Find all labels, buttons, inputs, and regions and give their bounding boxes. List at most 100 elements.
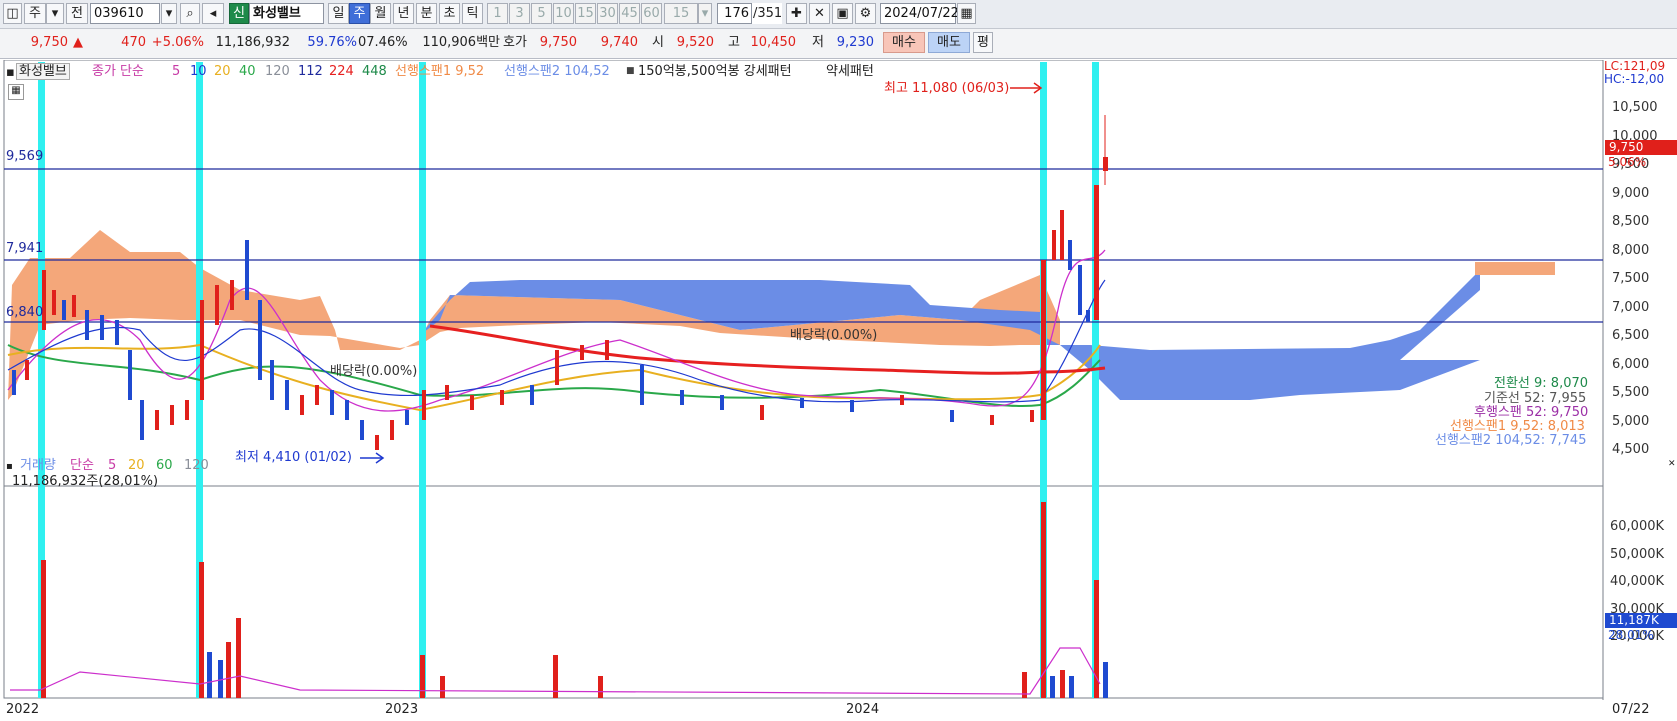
high-label: 고 [728,35,740,50]
legend-ma-20: 20 [214,64,231,79]
price-axis-tick: 4,500 [1612,442,1650,457]
volume-ma-5: 5 [108,458,117,473]
volume-axis-tick: 40,000K [1610,574,1665,589]
save-icon[interactable]: ▣ [832,3,853,24]
price-axis-tick: 6,500 [1612,328,1650,343]
price-axis-tick: 8,500 [1612,214,1650,229]
sell-button[interactable]: 매도 [928,32,970,53]
ratio-2: 07.46% [358,35,408,50]
legend-icon[interactable]: ▪ [6,65,15,80]
chart-canvas[interactable] [0,60,1677,721]
volume-value: 11,186,932 [215,35,290,50]
legend-close-simple[interactable]: 종가 단순 [92,64,144,79]
chart-menu-icon[interactable]: ◫ [3,3,22,24]
price-pane [3,60,1604,487]
signal-marker [419,62,426,698]
level-label: 6,840 [6,305,44,320]
volume-legend-simple: 단순 [70,458,94,473]
legend-weak: 약세패턴 [826,64,874,79]
price-axis-tick: 7,500 [1612,271,1650,286]
period-day[interactable]: 일 [328,3,349,24]
legend-dot-icon: ■ [626,66,635,76]
grid-toggle-icon[interactable]: ▦ [8,84,24,100]
minute-dropdown-icon[interactable]: ▾ [698,3,712,24]
price-change: 470 [121,35,146,50]
search-icon[interactable]: ⌕ [180,3,200,24]
low-annotation: 최저 4,410 (01/02) [235,450,353,465]
chart-area[interactable]: ▪ 화성밸브 종가 단순 5 10 20 40 120 112 224 448 … [0,59,1677,721]
period-week[interactable]: 주 [349,3,370,24]
period-year[interactable]: 년 [393,3,414,24]
minute-45[interactable]: 45 [619,3,640,24]
legend-ma-112: 112 [298,64,323,79]
minute-10[interactable]: 10 [553,3,574,24]
code-dropdown-icon[interactable]: ▾ [161,3,177,24]
stock-name-field[interactable]: 화성밸브 [249,3,324,24]
period-tick[interactable]: 틱 [462,3,483,24]
period-second[interactable]: 초 [439,3,460,24]
calendar-icon[interactable]: ▦ [957,3,976,24]
volume-pct-tag: 28.01% [1608,628,1654,642]
prev-button[interactable]: 전 [66,3,88,24]
chevron-down-icon[interactable]: ▾ [46,3,64,24]
bid-price: 9,740 [600,35,638,50]
eval-button[interactable]: 평 [973,32,993,53]
dividend-annotation: 배당락(0.00%) [330,364,418,379]
volume-tag: 11,187K [1605,613,1677,628]
minute-5[interactable]: 5 [531,3,552,24]
stock-code-input[interactable]: 039610 [90,3,160,24]
price-axis-tick: 7,000 [1612,299,1650,315]
bar-count-input[interactable]: 176 [717,3,752,24]
cloud-future-up [1475,262,1555,275]
dividend-annotation: 배당락(0.00%) [790,328,878,343]
price-axis-tick: 9,000 [1612,185,1650,201]
x-label-2024: 2024 [846,702,880,717]
ichimoku-base: 기준선 52: 7,955 [1484,391,1587,406]
bar-total: /351 [752,3,782,24]
minute-value-input[interactable]: 15 [664,3,698,24]
minute-15[interactable]: 15 [575,3,596,24]
trade-amount: 110,906백만 [422,35,500,50]
ask-price: 9,750 [539,35,577,50]
speaker-icon[interactable]: ◂ [202,3,224,24]
date-input[interactable]: 2024/07/22 [880,3,959,24]
price-axis-tick: 6,000 [1612,356,1650,372]
low-price: 9,230 [836,35,874,50]
mode-select[interactable]: 주 [24,3,46,24]
period-month[interactable]: 월 [370,3,391,24]
price-axis-tick: 5,000 [1612,413,1650,429]
volume-legend-label[interactable]: 거래량 [20,458,56,473]
minute-30[interactable]: 30 [597,3,618,24]
ichimoku-conversion: 전환선 9: 8,070 [1494,376,1589,391]
open-label: 시 [652,35,664,50]
minute-3[interactable]: 3 [509,3,530,24]
gear-icon[interactable]: ⚙ [855,3,876,24]
buy-button[interactable]: 매수 [883,32,925,53]
price-axis-tick: 8,000 [1612,242,1650,258]
legend-stock-name[interactable]: 화성밸브 [16,63,70,80]
up-arrow-icon: ▲ [73,35,83,50]
minute-60[interactable]: 60 [641,3,662,24]
level-label: 7,941 [6,241,44,256]
ask-label: 호가 [503,35,527,50]
zoom-in-icon[interactable]: ✚ [786,3,807,24]
legend-ma-448: 448 [362,64,387,79]
current-price: 9,750 [30,35,68,50]
ichimoku-lead1: 선행스팬1 9,52: 8,013 [1450,419,1585,434]
price-axis-tick: 10,500 [1612,100,1658,115]
price-axis-tick: 5,500 [1612,385,1650,400]
legend-ma-40: 40 [239,64,256,79]
volume-ma-120: 120 [184,458,209,473]
minute-1[interactable]: 1 [487,3,508,24]
volume-pane [3,485,1604,699]
volume-axis-tick: 50,000K [1610,546,1665,562]
legend-pattern: 150억봉,500억봉 강세패턴 [638,64,792,79]
period-minute[interactable]: 분 [416,3,437,24]
volume-legend-icon[interactable]: ▪ [6,459,13,474]
volume-readout: 11,186,932주(28,01%) [12,474,159,489]
collapse-icon[interactable]: ✕ [1668,457,1676,472]
toolbar: ◫ 주 ▾ 전 039610 ▾ ⌕ ◂ 신 화성밸브 일 주 월 년 분 초 … [0,0,1677,29]
level-label: 9,569 [6,149,44,164]
x-label-end: 07/22 [1612,702,1650,717]
crosshair-icon[interactable]: ✕ [809,3,830,24]
